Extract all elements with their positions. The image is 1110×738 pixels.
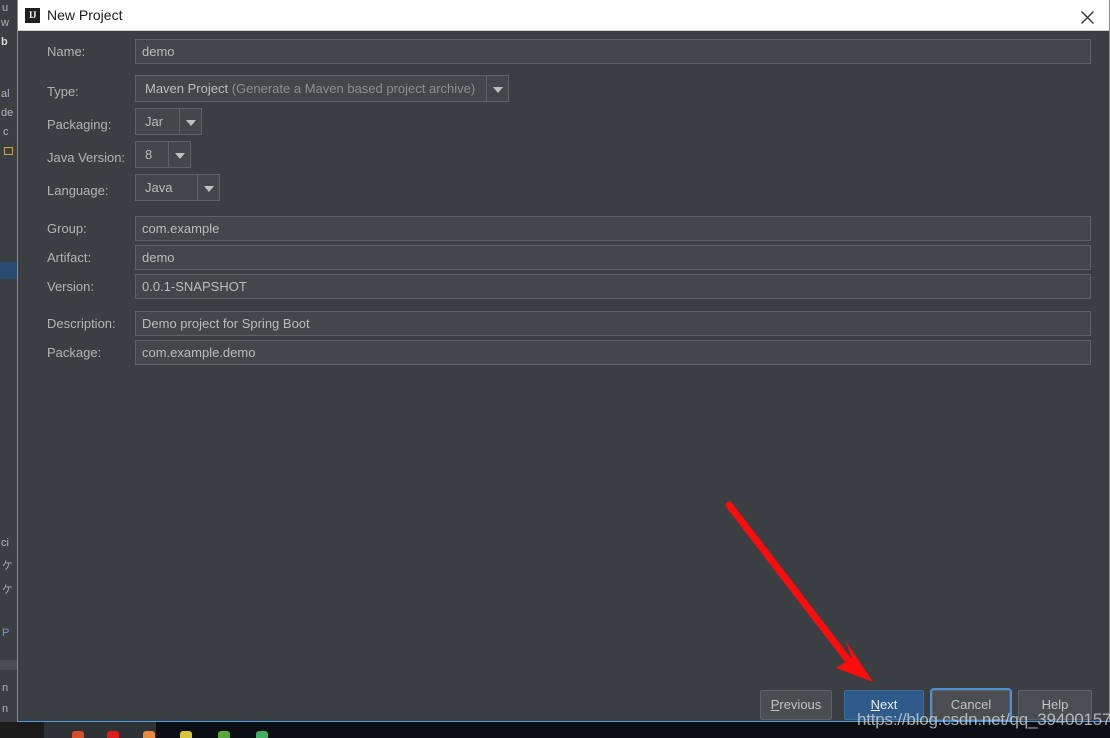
ide-strip-fragment: ケ <box>2 560 13 572</box>
next-mnemonic: N <box>870 697 881 712</box>
ide-strip-fragment: n <box>2 703 9 715</box>
field-label-name: Name: <box>47 44 86 59</box>
ide-strip-fragment: ci <box>1 537 9 549</box>
artifact-input[interactable]: demo <box>135 245 1091 270</box>
next-button[interactable]: Next <box>844 690 924 720</box>
field-label-description: Description: <box>47 316 116 331</box>
language-chevron-down-icon[interactable] <box>198 174 220 201</box>
version-input[interactable]: 0.0.1-SNAPSHOT <box>135 274 1091 299</box>
ide-strip-fragment: b <box>1 36 8 48</box>
ide-strip-fragment: de <box>1 107 14 119</box>
packaging-combobox-value: Jar <box>135 108 180 135</box>
type-value-main: Maven Project <box>145 81 229 96</box>
field-label-version: Version: <box>47 279 94 294</box>
ide-strip-fragment: P <box>2 627 10 639</box>
ide-strip-fragment: n <box>2 682 9 694</box>
ide-strip-fragment: ケ <box>2 584 13 596</box>
taskbar-icon[interactable] <box>143 731 155 738</box>
dialog-title-bar: IJ New Project <box>18 0 1109 31</box>
intellij-logo-icon: IJ <box>25 8 40 23</box>
taskbar-icon[interactable] <box>107 731 119 738</box>
ide-strip-fragment: al <box>1 88 10 100</box>
taskbar-icon[interactable] <box>218 731 230 738</box>
java-version-combobox-value: 8 <box>135 141 169 168</box>
field-label-type: Type: <box>47 84 79 99</box>
java-version-combobox[interactable]: 8 <box>135 141 191 168</box>
dialog-title: New Project <box>47 7 123 23</box>
type-combobox[interactable]: Maven Project (Generate a Maven based pr… <box>135 75 509 102</box>
language-combobox[interactable]: Java <box>135 174 220 201</box>
field-label-group: Group: <box>47 221 87 236</box>
name-input[interactable]: demo <box>135 39 1091 64</box>
packaging-combobox[interactable]: Jar <box>135 108 202 135</box>
close-icon[interactable] <box>1065 0 1109 30</box>
taskbar-icon[interactable] <box>256 731 268 738</box>
packaging-chevron-down-icon[interactable] <box>180 108 202 135</box>
taskbar-icon[interactable] <box>72 731 84 738</box>
field-label-package: Package: <box>47 345 102 360</box>
taskbar-search-area[interactable] <box>44 722 156 738</box>
ide-strip-fragment: u <box>2 2 9 14</box>
type-combobox-value: Maven Project (Generate a Maven based pr… <box>135 75 487 102</box>
type-chevron-down-icon[interactable] <box>487 75 509 102</box>
field-label-packaging: Packaging: <box>47 117 112 132</box>
cancel-button[interactable]: Cancel <box>930 688 1012 722</box>
description-input[interactable]: Demo project for Spring Boot <box>135 311 1091 336</box>
new-project-dialog: IJ New Project Name: demo Type: Maven Pr… <box>17 0 1110 722</box>
ide-strip-fragment: w <box>1 17 9 29</box>
project-settings-form: Name: demo Type: Maven Project (Generate… <box>18 31 1109 681</box>
package-input[interactable]: com.example.demo <box>135 340 1091 365</box>
help-button[interactable]: Help <box>1018 690 1092 720</box>
field-label-java-version: Java Version: <box>47 150 126 165</box>
ide-strip-fragment: c <box>3 126 9 138</box>
dialog-button-bar: Previous Next Cancel Help <box>18 688 1109 722</box>
taskbar-icon[interactable] <box>180 731 192 738</box>
taskbar-start-button[interactable] <box>0 722 44 738</box>
field-label-artifact: Artifact: <box>47 250 92 265</box>
language-combobox-value: Java <box>135 174 198 201</box>
taskbar[interactable] <box>0 722 1110 738</box>
folder-icon <box>4 147 13 155</box>
group-input[interactable]: com.example <box>135 216 1091 241</box>
next-label: ext <box>880 697 898 712</box>
java-version-chevron-down-icon[interactable] <box>169 141 191 168</box>
type-value-hint: (Generate a Maven based project archive) <box>231 81 476 96</box>
close-glyph <box>1081 11 1094 24</box>
previous-label: revious <box>779 697 822 712</box>
field-label-language: Language: <box>47 183 109 198</box>
previous-button[interactable]: Previous <box>760 690 832 720</box>
